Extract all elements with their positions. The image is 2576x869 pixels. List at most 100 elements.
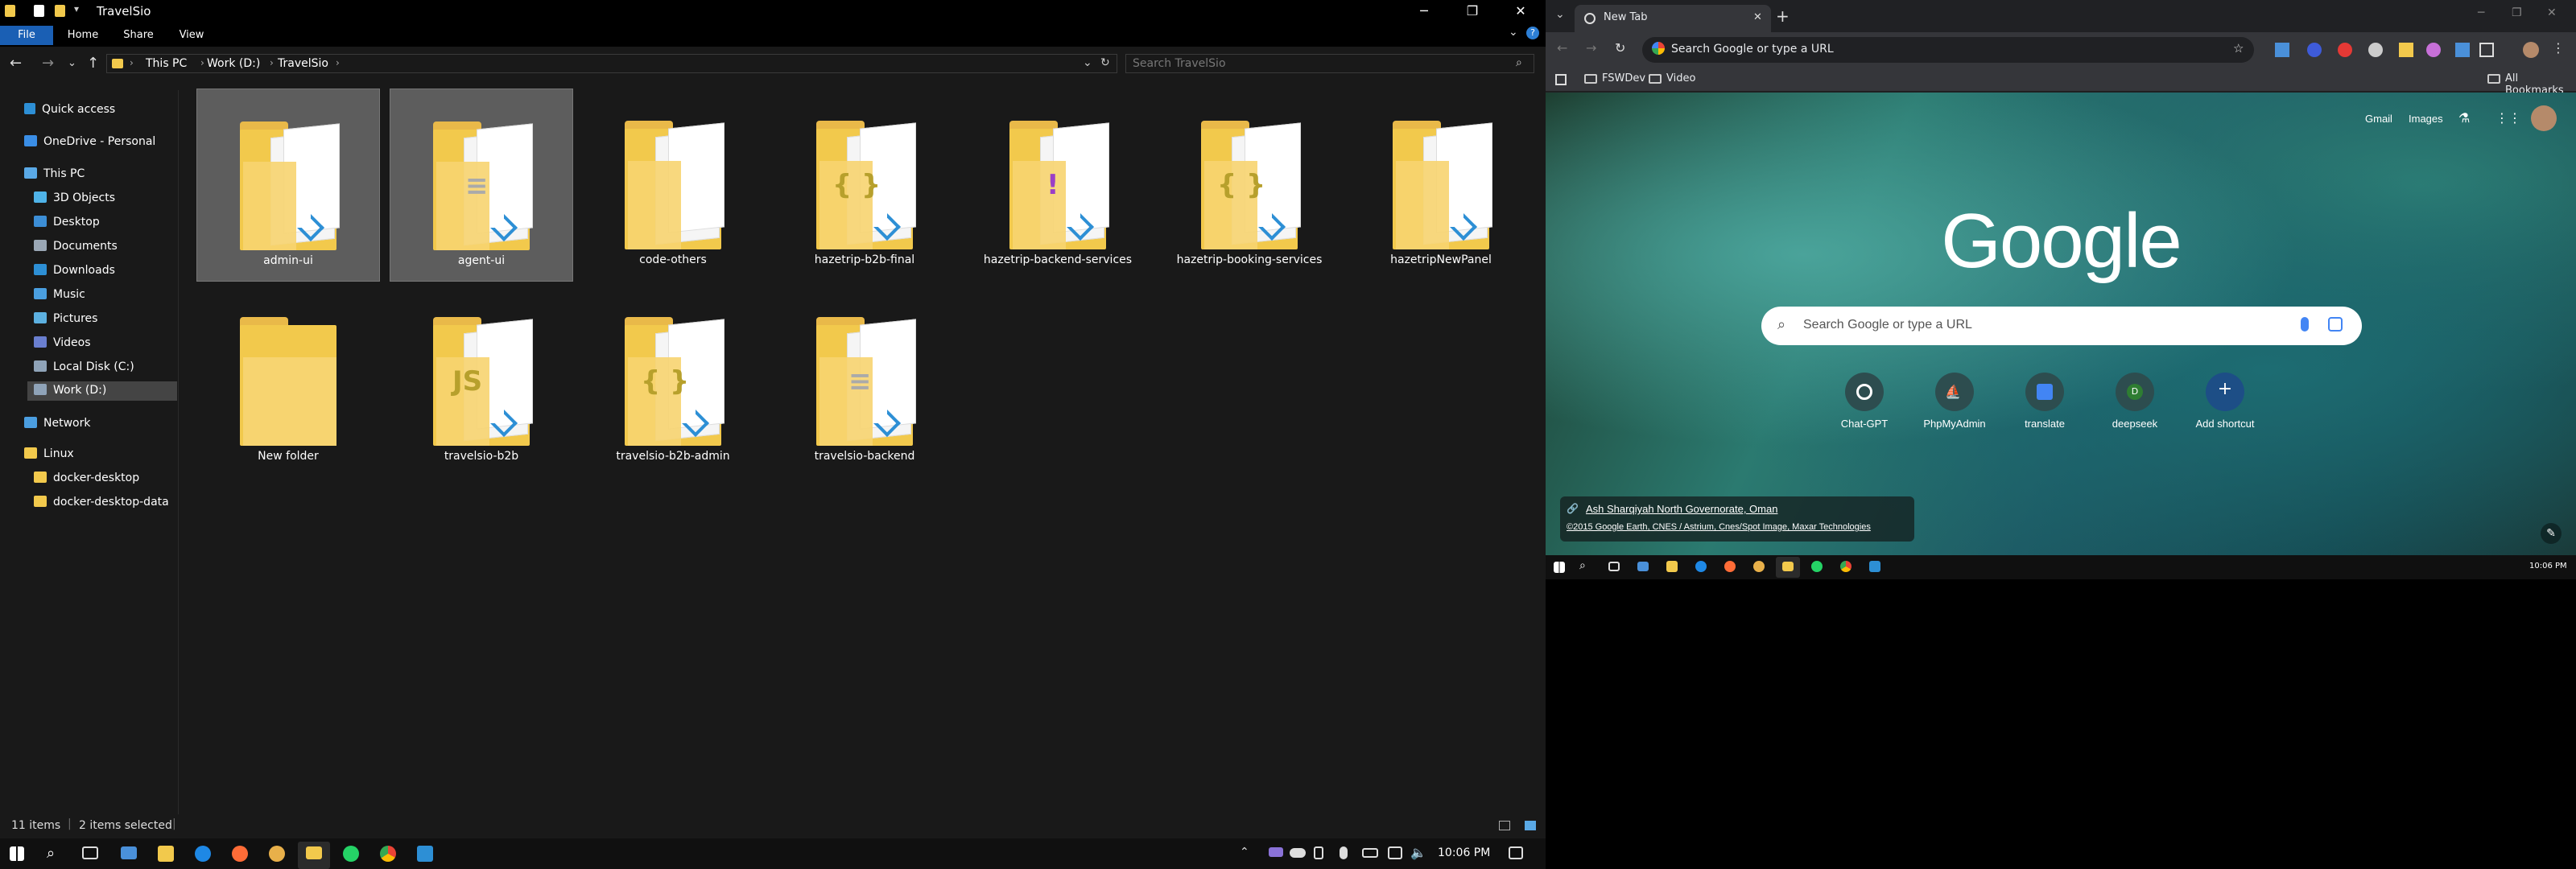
address-dropdown-icon[interactable]: ⌄ bbox=[1083, 56, 1092, 69]
edge-icon[interactable] bbox=[195, 846, 211, 862]
search-icon[interactable]: ⌕ bbox=[47, 845, 55, 862]
onedrive-icon[interactable] bbox=[1290, 848, 1306, 858]
properties-icon[interactable] bbox=[34, 5, 44, 17]
postman-icon[interactable] bbox=[1724, 561, 1736, 572]
tray-chevron-icon[interactable]: ⌃ bbox=[1240, 846, 1249, 859]
folder-item[interactable]: ≡ travelsio-backend bbox=[773, 285, 956, 478]
back-arrow-icon[interactable]: ← bbox=[1557, 40, 1567, 56]
refresh-icon[interactable]: ↻ bbox=[1100, 56, 1110, 69]
battery-icon[interactable] bbox=[1362, 848, 1378, 858]
tray-device-icon[interactable] bbox=[1314, 846, 1323, 859]
labs-flask-icon[interactable]: ⚗ bbox=[2458, 110, 2470, 126]
shortcut-add[interactable]: + Add shortcut bbox=[2180, 373, 2270, 430]
shortcut-chatgpt[interactable]: Chat-GPT bbox=[1819, 373, 1909, 430]
nav-linux[interactable]: Linux bbox=[24, 447, 74, 467]
task-view-icon[interactable] bbox=[82, 846, 98, 859]
new-folder-icon[interactable] bbox=[55, 5, 65, 17]
lens-icon[interactable] bbox=[2328, 317, 2343, 332]
omnibox[interactable]: Search Google or type a URL ☆ bbox=[1642, 37, 2254, 63]
menu-dots-icon[interactable]: ⋮ bbox=[2552, 40, 2565, 56]
chrome-canary-icon[interactable] bbox=[1753, 561, 1765, 572]
forward-arrow-icon[interactable]: → bbox=[1586, 40, 1596, 56]
breadcrumb-work-d[interactable]: Work (D:) bbox=[207, 57, 260, 70]
help-icon[interactable]: ? bbox=[1526, 27, 1539, 39]
clock[interactable]: 10:06 PM bbox=[2529, 562, 2567, 570]
minimize-button[interactable]: ─ bbox=[2478, 6, 2484, 19]
nav-work-d[interactable]: Work (D:) bbox=[27, 381, 177, 401]
nav-local-disk-c[interactable]: Local Disk (C:) bbox=[34, 360, 134, 380]
profile-avatar[interactable] bbox=[2531, 105, 2557, 131]
folder-item[interactable]: { } hazetrip-booking-services bbox=[1158, 89, 1341, 282]
nav-desktop[interactable]: Desktop bbox=[34, 216, 100, 235]
search-icon[interactable]: ⌕ bbox=[1516, 56, 1522, 69]
postman-icon[interactable] bbox=[232, 846, 248, 862]
folder-item[interactable]: ≡ agent-ui bbox=[390, 89, 573, 282]
image-credit[interactable]: ©2015 Google Earth, CNES / Astrium, Cnes… bbox=[1567, 522, 1871, 532]
edge-icon[interactable] bbox=[1695, 561, 1707, 572]
nav-3d-objects[interactable]: 3D Objects bbox=[34, 192, 115, 211]
volume-icon[interactable]: 🔈 bbox=[1410, 845, 1426, 860]
google-search-box[interactable]: ⌕ Search Google or type a URL bbox=[1761, 307, 2362, 345]
vscode-icon[interactable] bbox=[1869, 561, 1880, 572]
app-icon[interactable] bbox=[1637, 562, 1649, 571]
nav-quick-access[interactable]: Quick access bbox=[24, 103, 115, 122]
minimize-button[interactable]: ─ bbox=[1401, 0, 1447, 23]
details-view-icon[interactable] bbox=[1499, 821, 1510, 830]
nav-documents[interactable]: Documents bbox=[34, 240, 118, 259]
extension-icon[interactable] bbox=[2455, 43, 2470, 57]
chrome-icon[interactable] bbox=[380, 846, 396, 862]
shortcut-deepseek[interactable]: D deepseek bbox=[2090, 373, 2180, 430]
extension-icon[interactable] bbox=[2368, 43, 2383, 57]
chrome-canary-icon[interactable] bbox=[269, 846, 285, 862]
extensions-puzzle-icon[interactable] bbox=[2479, 43, 2494, 57]
chevron-down-icon[interactable]: ⌄ bbox=[1509, 26, 1518, 39]
bookmark-fswdev[interactable]: FSWDev bbox=[1602, 72, 1645, 84]
tab-home[interactable]: Home bbox=[61, 26, 105, 45]
apps-grid-icon[interactable]: ⋮⋮ bbox=[2496, 110, 2521, 126]
gmail-link[interactable]: Gmail bbox=[2365, 113, 2392, 125]
bookmark-star-icon[interactable]: ☆ bbox=[2233, 41, 2244, 56]
tab-share[interactable]: Share bbox=[116, 26, 161, 45]
nav-onedrive[interactable]: OneDrive - Personal bbox=[24, 135, 155, 154]
shortcut-translate[interactable]: translate bbox=[2000, 373, 2090, 430]
chrome-icon[interactable] bbox=[1840, 561, 1852, 572]
close-button[interactable]: ✕ bbox=[2547, 6, 2557, 19]
nav-music[interactable]: Music bbox=[34, 288, 85, 307]
task-view-icon[interactable] bbox=[1608, 562, 1620, 571]
large-icons-view-icon[interactable] bbox=[1525, 821, 1536, 830]
file-explorer-icon[interactable] bbox=[1782, 562, 1794, 571]
folder-item[interactable]: JS travelsio-b2b bbox=[390, 285, 573, 478]
folder-item[interactable]: code-others bbox=[581, 89, 765, 282]
whatsapp-icon[interactable] bbox=[1811, 561, 1823, 572]
shortcut-phpmyadmin[interactable]: ⛵ PhpMyAdmin bbox=[1909, 373, 2000, 430]
extension-icon[interactable] bbox=[2307, 43, 2322, 57]
app-icon[interactable] bbox=[121, 846, 137, 859]
nav-docker-desktop-data[interactable]: docker-desktop-data bbox=[34, 496, 169, 515]
adblock-icon[interactable] bbox=[2338, 43, 2352, 57]
file-explorer-icon[interactable] bbox=[306, 846, 322, 859]
bookmark-video[interactable]: Video bbox=[1666, 72, 1695, 84]
folder-item[interactable]: { } hazetrip-b2b-final bbox=[773, 89, 956, 282]
address-bar[interactable]: › This PC › Work (D:) › TravelSio › ⌄ ↻ bbox=[106, 54, 1117, 73]
voice-search-icon[interactable] bbox=[2301, 317, 2309, 332]
back-arrow-icon[interactable]: ← bbox=[10, 55, 22, 72]
nav-this-pc[interactable]: This PC bbox=[24, 167, 85, 187]
maximize-button[interactable]: ❐ bbox=[1449, 0, 1496, 23]
whatsapp-icon[interactable] bbox=[343, 846, 359, 862]
breadcrumb-this-pc[interactable]: This PC bbox=[146, 57, 187, 70]
network-icon[interactable] bbox=[1388, 846, 1402, 859]
clock[interactable]: 10:06 PM bbox=[1438, 846, 1490, 859]
apps-grid-icon[interactable] bbox=[1555, 74, 1567, 85]
search-input[interactable]: Search TravelSio ⌕ bbox=[1125, 54, 1534, 73]
extension-icon[interactable] bbox=[2426, 43, 2441, 57]
images-link[interactable]: Images bbox=[2409, 113, 2443, 125]
tray-app-icon[interactable] bbox=[1269, 847, 1283, 857]
tab-view[interactable]: View bbox=[171, 26, 213, 45]
nav-pictures[interactable]: Pictures bbox=[34, 312, 97, 332]
qat-dropdown-icon[interactable]: ▾ bbox=[74, 3, 79, 14]
folder-item[interactable]: hazetripNewPanel bbox=[1349, 89, 1533, 282]
tab-search-icon[interactable]: ⌄ bbox=[1555, 8, 1565, 21]
nav-downloads[interactable]: Downloads bbox=[34, 264, 115, 283]
reload-icon[interactable]: ↻ bbox=[1615, 40, 1625, 56]
notification-icon[interactable] bbox=[1509, 846, 1523, 859]
